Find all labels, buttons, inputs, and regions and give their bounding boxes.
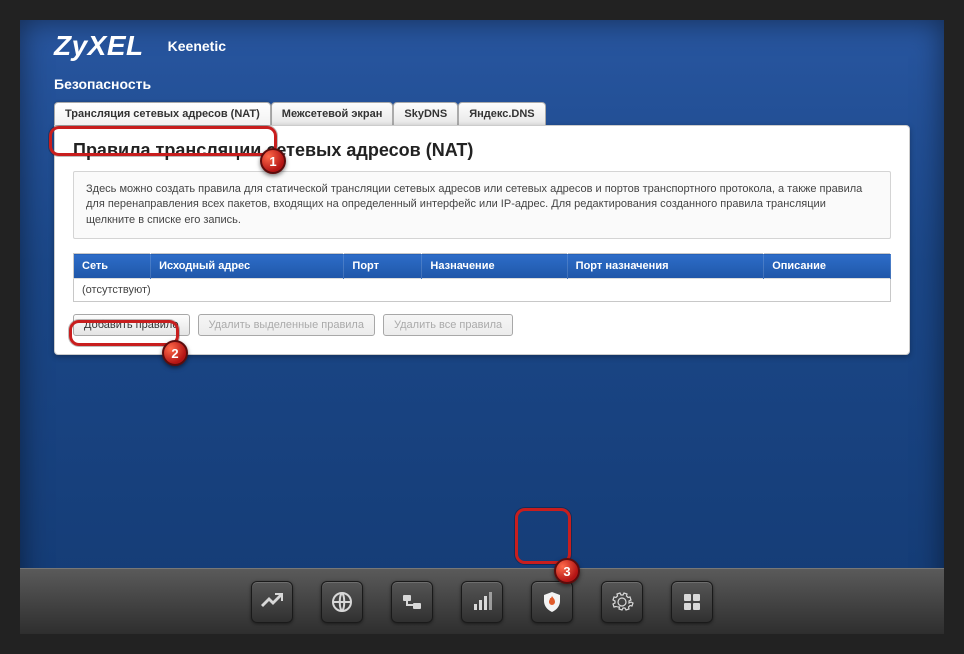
table-empty-cell: (отсутствуют) (74, 279, 891, 302)
network-icon (400, 590, 424, 614)
stats-icon (260, 590, 284, 614)
header-bar: ZyXEL Keenetic (20, 20, 944, 68)
panel-info: Здесь можно создать правила для статичес… (73, 171, 891, 239)
firewall-icon (540, 590, 564, 614)
col-destination: Назначение (422, 254, 567, 279)
globe-icon (330, 590, 354, 614)
add-rule-button[interactable]: Добавить правило (73, 314, 190, 336)
content-panel: Правила трансляции сетевых адресов (NAT)… (54, 125, 910, 355)
col-description: Описание (764, 254, 891, 279)
table-header-row: Сеть Исходный адрес Порт Назначение Порт… (74, 254, 891, 279)
tab-firewall[interactable]: Межсетевой экран (271, 102, 394, 125)
nav-network[interactable] (391, 581, 433, 623)
tab-nat[interactable]: Трансляция сетевых адресов (NAT) (54, 102, 271, 125)
nat-rules-table: Сеть Исходный адрес Порт Назначение Порт… (73, 253, 891, 302)
table-empty-row: (отсутствуют) (74, 279, 891, 302)
wifi-icon (470, 590, 494, 614)
brand-logo: ZyXEL (54, 30, 144, 62)
panel-title: Правила трансляции сетевых адресов (NAT) (73, 140, 891, 171)
col-network: Сеть (74, 254, 151, 279)
nav-settings[interactable] (601, 581, 643, 623)
tab-skydns[interactable]: SkyDNS (393, 102, 458, 125)
delete-all-button[interactable]: Удалить все правила (383, 314, 513, 336)
delete-selected-button[interactable]: Удалить выделенные правила (198, 314, 375, 336)
col-source: Исходный адрес (151, 254, 344, 279)
nav-security[interactable] (531, 581, 573, 623)
bottom-nav (20, 568, 944, 634)
tabs-row: Трансляция сетевых адресов (NAT) Межсете… (20, 102, 944, 125)
col-port: Порт (344, 254, 422, 279)
button-row: Добавить правило Удалить выделенные прав… (73, 314, 891, 336)
nav-apps[interactable] (671, 581, 713, 623)
nav-stats[interactable] (251, 581, 293, 623)
nav-internet[interactable] (321, 581, 363, 623)
nav-wifi[interactable] (461, 581, 503, 623)
callout-ring-3 (515, 508, 571, 564)
gear-icon (610, 590, 634, 614)
apps-icon (680, 590, 704, 614)
tab-yandexdns[interactable]: Яндекс.DNS (458, 102, 545, 125)
brand-model: Keenetic (168, 38, 226, 54)
col-destport: Порт назначения (567, 254, 764, 279)
section-title: Безопасность (20, 68, 944, 102)
